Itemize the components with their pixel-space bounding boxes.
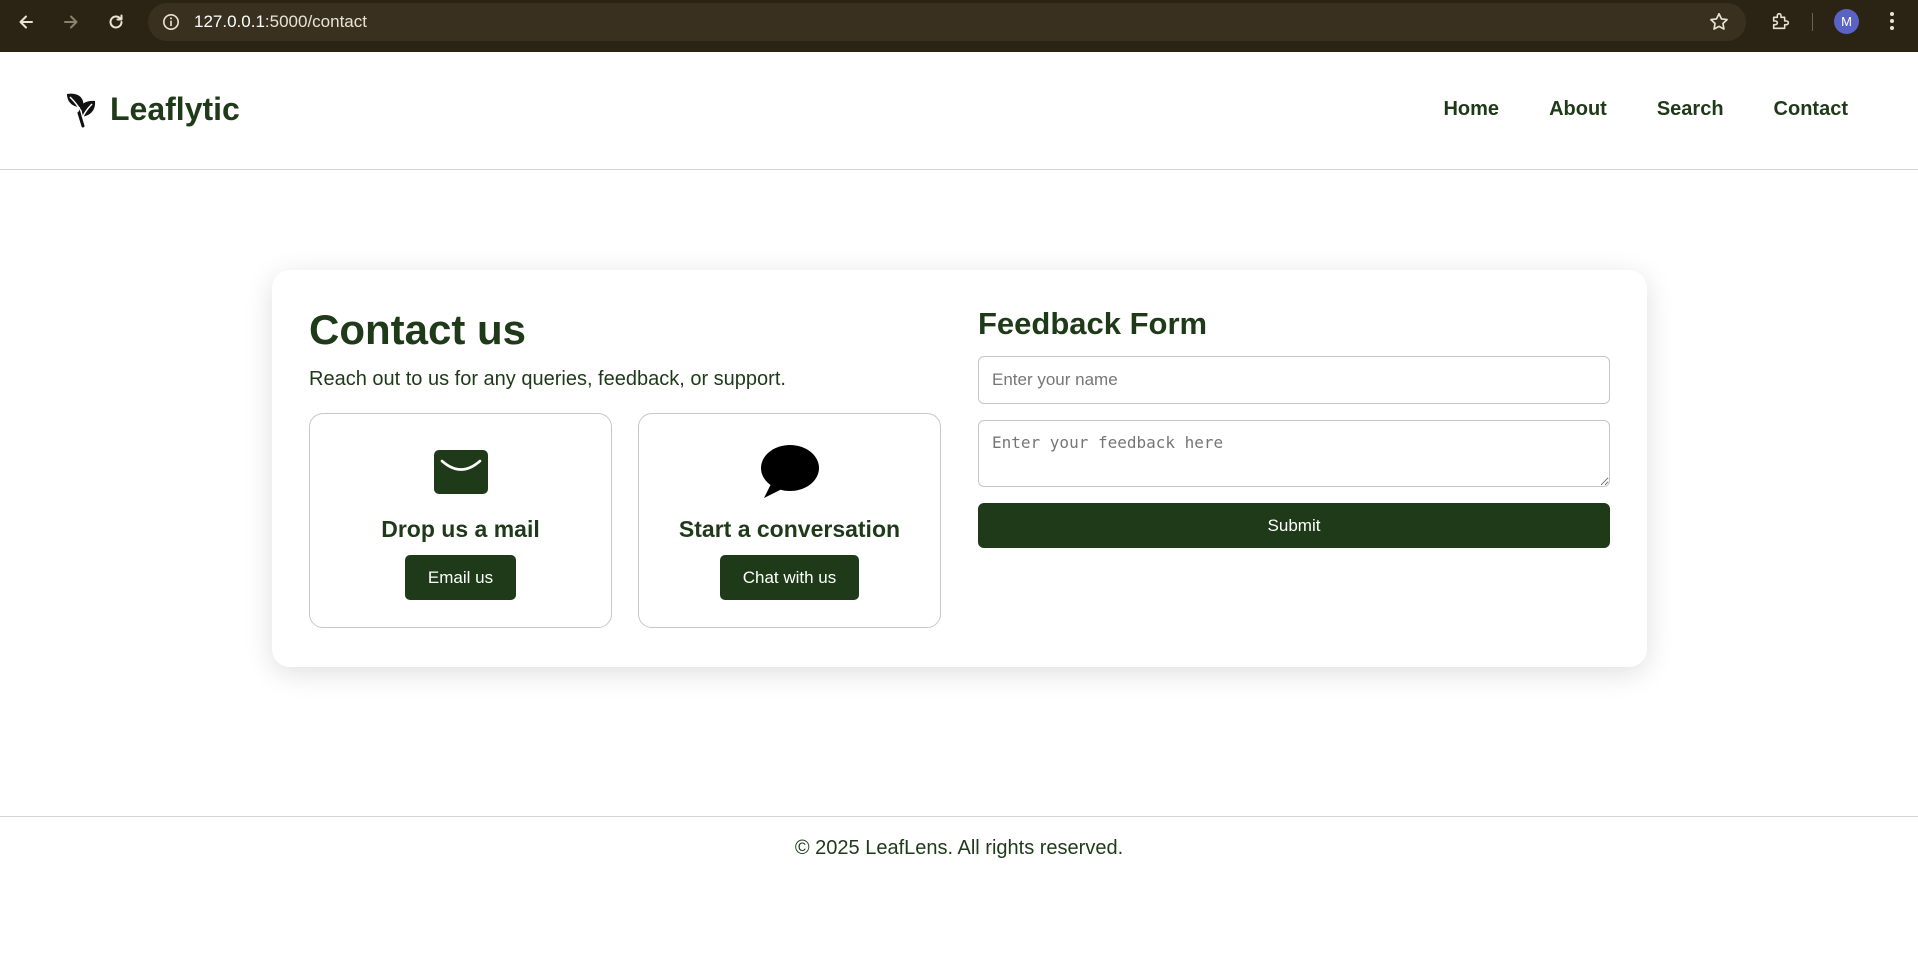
- site-header: Leaflytic Home About Search Contact: [0, 52, 1918, 170]
- profile-avatar[interactable]: M: [1834, 9, 1859, 34]
- brand-logo[interactable]: Leaflytic: [64, 90, 240, 128]
- name-input[interactable]: [978, 356, 1610, 404]
- email-us-button[interactable]: Email us: [404, 555, 517, 600]
- mail-option-title: Drop us a mail: [381, 516, 540, 542]
- nav-link-about[interactable]: About: [1549, 98, 1607, 121]
- toolbar-divider: [1812, 13, 1813, 31]
- chat-option-card: Start a conversation Chat with us: [638, 413, 941, 628]
- submit-button[interactable]: Submit: [978, 503, 1610, 548]
- envelope-icon: [433, 446, 488, 498]
- mail-option-card: Drop us a mail Email us: [309, 413, 612, 628]
- nav-link-contact[interactable]: Contact: [1774, 98, 1848, 121]
- main-nav: Home About Search Contact: [1393, 98, 1848, 121]
- site-footer: © 2025 LeafLens. All rights reserved.: [0, 816, 1918, 876]
- url-host: 127.0.0.1: [194, 12, 265, 31]
- brand-name: Leaflytic: [110, 90, 240, 127]
- chat-with-us-button[interactable]: Chat with us: [719, 555, 860, 600]
- page-title: Contact us: [309, 306, 527, 353]
- contact-info: Contact us Reach out to us for any queri…: [309, 306, 941, 628]
- forward-arrow-icon[interactable]: [57, 8, 85, 36]
- address-bar[interactable]: 127.0.0.1:5000/contact: [148, 3, 1746, 41]
- nav-link-home[interactable]: Home: [1443, 98, 1499, 121]
- nav-link-search[interactable]: Search: [1657, 98, 1724, 121]
- leaf-icon: [64, 90, 98, 128]
- contact-card: Contact us Reach out to us for any queri…: [272, 270, 1647, 667]
- url-path: :5000/contact: [264, 12, 367, 31]
- extensions-icon[interactable]: [1770, 10, 1792, 32]
- feedback-textarea[interactable]: [978, 420, 1610, 487]
- site-info-icon[interactable]: [160, 11, 182, 33]
- menu-dots-icon[interactable]: [1882, 10, 1902, 32]
- form-title: Feedback Form: [978, 306, 1208, 341]
- copyright-text: © 2025 LeafLens. All rights reserved.: [794, 837, 1124, 859]
- back-arrow-icon[interactable]: [12, 8, 40, 36]
- browser-toolbar: 127.0.0.1:5000/contact M: [0, 0, 1918, 52]
- bookmark-star-icon[interactable]: [1708, 11, 1730, 33]
- chat-option-title: Start a conversation: [678, 516, 901, 542]
- page-subtitle: Reach out to us for any queries, feedbac…: [309, 368, 786, 390]
- feedback-form: Feedback Form Submit: [978, 306, 1610, 548]
- contact-options: Drop us a mail Email us Start a conversa…: [309, 413, 941, 628]
- reload-icon[interactable]: [102, 8, 130, 36]
- speech-bubble-icon: [760, 445, 820, 498]
- url-text: 127.0.0.1:5000/contact: [194, 12, 367, 32]
